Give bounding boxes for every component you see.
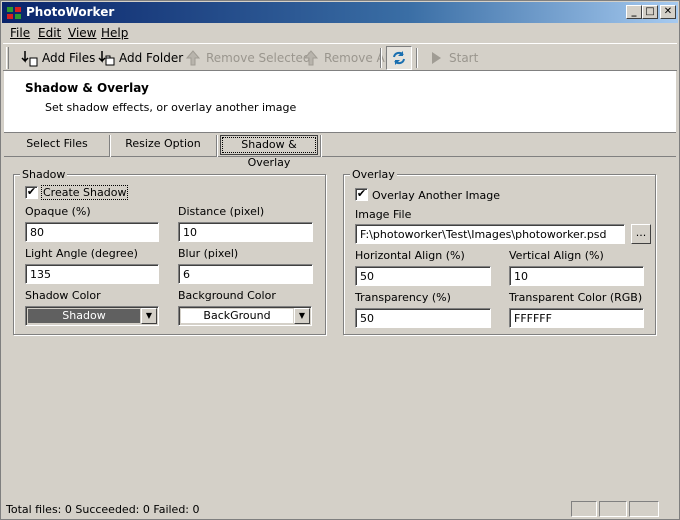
overlay-group: Overlay ✔ Overlay Another Image Image Fi… [343,168,656,335]
page-subtitle: Set shadow effects, or overlay another i… [45,101,297,114]
menu-edit-label: Edit [38,26,62,40]
photoworker-app-icon [7,7,21,19]
add-folder-label: Add Folder [119,51,184,65]
create-shadow-checkbox[interactable]: ✔ [25,186,38,199]
status-panel [599,501,627,517]
tab-resize-option[interactable]: Resize Option [112,135,214,155]
overlay-group-legend: Overlay [350,168,397,181]
transparency-label: Transparency (%) [355,291,451,304]
minimize-button[interactable]: _ [626,5,642,19]
shadow-color-label: Shadow Color [25,289,101,302]
page-title: Shadow & Overlay [25,81,149,95]
shadow-group-legend: Shadow [20,168,68,181]
toolbar-separator [416,48,418,68]
opaque-label: Opaque (%) [25,205,91,218]
toolbar: Add Files Add Folder Remove Selected Rem… [3,43,677,71]
tab-shadow-overlay[interactable]: Shadow & Overlay [220,135,318,169]
toolbar-grip[interactable] [6,47,9,69]
refresh-icon [393,51,405,65]
horizontal-align-label: Horizontal Align (%) [355,249,465,262]
menu-file[interactable]: File [10,26,30,40]
image-file-label: Image File [355,208,412,221]
tab-select-files-label: Select Files [26,137,88,150]
menu-bar: File Edit View Help [3,24,677,42]
shadow-color-dropdown[interactable]: Shadow ▼ [25,306,159,326]
remove-selected-label: Remove Selected [206,51,311,65]
image-file-input[interactable]: F:\photoworker\Test\Images\photoworker.p… [355,224,625,244]
opaque-input[interactable]: 80 [25,222,159,242]
page-header: Shadow & Overlay Set shadow effects, or … [4,71,676,133]
tab-separator [320,135,322,157]
menu-help[interactable]: Help [101,26,128,40]
maximize-button[interactable]: □ [642,5,658,19]
background-color-swatch: BackGround [181,309,293,323]
menu-help-label: Help [101,26,129,40]
start-label: Start [449,51,479,65]
background-color-label: Background Color [178,289,276,302]
overlay-checkbox[interactable]: ✔ [355,188,368,201]
add-files-button[interactable]: Add Files [17,46,98,70]
status-bar: Total files: 0 Succeeded: 0 Failed: 0 [3,499,679,519]
transparency-input[interactable]: 50 [355,308,491,328]
add-files-icon [21,51,38,67]
tab-bar: Select Files Resize Option Shadow & Over… [4,133,676,169]
chevron-down-icon[interactable]: ▼ [294,308,310,324]
up-arrow-icon [185,50,201,66]
tab-separator [216,135,218,157]
title-bar[interactable]: PhotoWorker _ □ ✕ [2,2,678,23]
shadow-group: Shadow ✔ Create Shadow Opaque (%) 80 Dis… [13,168,326,335]
add-folder-button[interactable]: Add Folder [94,46,186,70]
menu-edit[interactable]: Edit [38,26,61,40]
toolbar-separator [380,48,382,68]
tab-resize-option-label: Resize Option [125,137,201,150]
menu-view-label: View [68,26,97,40]
blur-label: Blur (pixel) [178,247,239,260]
transparent-color-input[interactable]: FFFFFF [509,308,644,328]
tab-separator [109,135,111,157]
close-button[interactable]: ✕ [660,5,676,19]
window-title: PhotoWorker [26,5,115,19]
add-files-label: Add Files [42,51,96,65]
blur-input[interactable]: 6 [178,264,313,284]
remove-selected-button[interactable]: Remove Selected [181,46,314,70]
background-color-dropdown[interactable]: BackGround ▼ [178,306,312,326]
refresh-button[interactable] [386,46,412,70]
up-arrow-icon [303,50,319,66]
distance-input[interactable]: 10 [178,222,313,242]
status-text: Total files: 0 Succeeded: 0 Failed: 0 [6,503,200,516]
vertical-align-input[interactable]: 10 [509,266,644,286]
menu-view[interactable]: View [68,26,96,40]
status-panel [629,501,659,517]
horizontal-align-input[interactable]: 50 [355,266,491,286]
app-window: PhotoWorker _ □ ✕ File Edit View Help Ad… [0,0,680,520]
play-icon [432,52,441,64]
chevron-down-icon[interactable]: ▼ [141,308,157,324]
browse-button[interactable]: ... [631,224,651,244]
shadow-color-swatch: Shadow [28,309,140,323]
light-angle-input[interactable]: 135 [25,264,159,284]
overlay-label[interactable]: Overlay Another Image [372,189,500,202]
tab-shadow-overlay-label: Shadow & Overlay [241,138,297,169]
distance-label: Distance (pixel) [178,205,265,218]
tab-select-files[interactable]: Select Files [6,135,108,155]
light-angle-label: Light Angle (degree) [25,247,138,260]
resize-grip[interactable] [661,501,677,517]
add-folder-icon [98,51,115,66]
create-shadow-label[interactable]: Create Shadow [40,185,129,200]
menu-file-label: File [10,26,31,40]
status-panel [571,501,597,517]
vertical-align-label: Vertical Align (%) [509,249,604,262]
start-button[interactable]: Start [424,46,481,70]
transparent-color-label: Transparent Color (RGB) [509,291,643,304]
